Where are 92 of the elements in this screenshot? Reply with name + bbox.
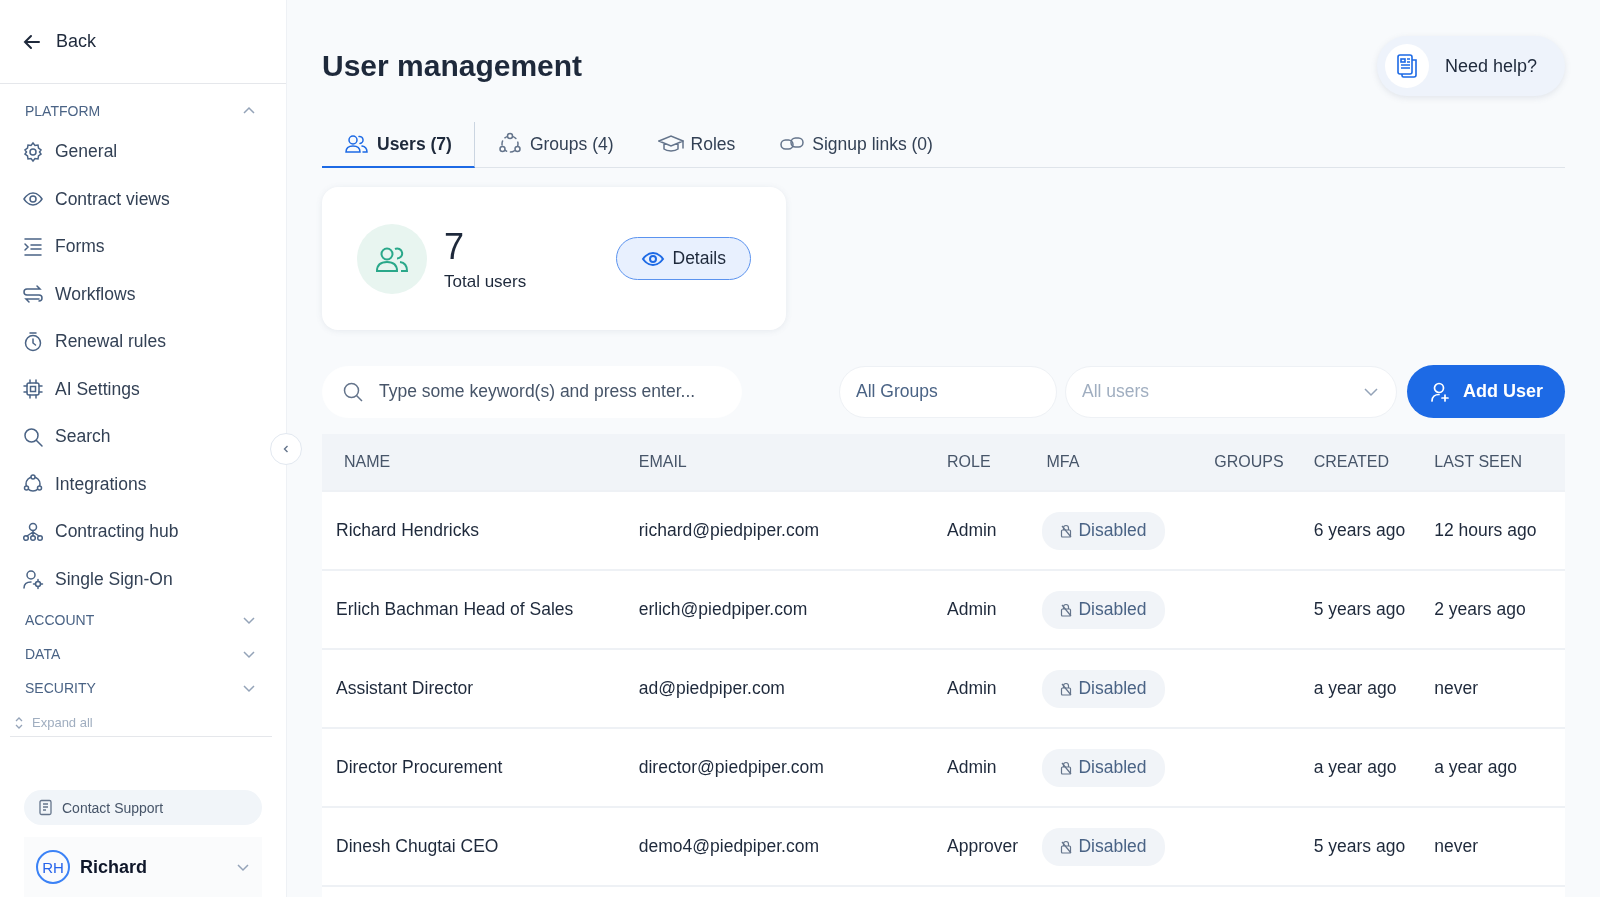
table-cell: Director Procurement	[322, 728, 633, 807]
user-gear-icon	[22, 568, 44, 591]
table-cell: Admin	[941, 649, 1041, 728]
document-icon	[1394, 53, 1419, 79]
lock-icon	[1060, 760, 1073, 775]
table-cell: a year ago	[1307, 728, 1429, 807]
table-cell: Erlich Bachman Head of Sales	[322, 570, 633, 649]
sidebar-item[interactable]: Workflows	[10, 270, 272, 318]
lock-icon	[1060, 839, 1073, 854]
user-count: 7	[444, 225, 466, 268]
sidebar-item[interactable]: Integrations	[10, 460, 272, 508]
ring-icon	[496, 132, 523, 156]
column-header: CREATED	[1307, 434, 1429, 491]
search-icon	[22, 425, 44, 448]
tab[interactable]: Groups (4)	[474, 122, 636, 168]
section-header[interactable]: ACCOUNT	[10, 603, 272, 637]
status-badge: Disabled	[1042, 748, 1165, 787]
collapse-sidebar-button[interactable]	[270, 433, 302, 465]
count-label: Total users	[444, 271, 528, 292]
table-cell: Admin	[941, 491, 1041, 570]
users-dropdown[interactable]: All users	[1065, 365, 1397, 418]
table-cell: Richard Hendricks	[322, 491, 633, 570]
status-badge: Disabled	[1042, 669, 1165, 708]
user-name: Richard	[80, 856, 149, 878]
lock-icon	[1060, 523, 1073, 538]
column-header: GROUPS	[1208, 434, 1308, 491]
contact-support-button[interactable]: Contact Support	[24, 790, 262, 825]
back-link[interactable]: Back	[22, 31, 97, 52]
expand-icon	[14, 715, 24, 730]
avatar: RH	[36, 850, 70, 884]
table-cell: never	[1428, 807, 1565, 886]
sidebar-item[interactable]: Renewal rules	[10, 318, 272, 366]
details-button[interactable]: Details	[615, 237, 751, 280]
sidebar-item[interactable]: Contract views	[10, 175, 272, 223]
section-header[interactable]: PLATFORM	[10, 94, 272, 128]
add-user-button[interactable]: Add User	[1407, 365, 1565, 418]
gear-icon	[22, 140, 44, 163]
column-header: EMAIL	[632, 434, 941, 491]
status-badge: Disabled	[1042, 511, 1165, 550]
timer-icon	[22, 330, 44, 353]
status-badge: Disabled	[1042, 590, 1165, 629]
sidebar-item[interactable]: AI Settings	[10, 365, 272, 413]
table-cell: 2 years ago	[1428, 570, 1565, 649]
table-cell: ad@piedpiper.com	[632, 649, 941, 728]
table-cell: Dinesh Chugtai CEO	[322, 807, 633, 886]
section-header[interactable]: SECURITY	[10, 671, 272, 705]
column-header: NAME	[322, 434, 633, 491]
search-icon	[342, 380, 364, 403]
table-cell: 6 years ago	[1307, 491, 1429, 570]
groups-dropdown[interactable]: All Groups	[839, 365, 1057, 418]
table-cell: richard@piedpiper.com	[632, 491, 941, 570]
tab[interactable]: Users (7)	[322, 122, 475, 168]
search-field[interactable]: Type some keyword(s) and press enter...	[322, 365, 742, 418]
section-header[interactable]: DATA	[10, 637, 272, 671]
table-cell: Approver	[941, 807, 1041, 886]
sidebar-item[interactable]: General	[10, 128, 272, 176]
table-cell: Assistant Director	[322, 649, 633, 728]
table-cell: director@piedpiper.com	[632, 728, 941, 807]
table-cell: 5 years ago	[1307, 570, 1429, 649]
column-header: MFA	[1040, 434, 1209, 491]
help-button[interactable]: Need help?	[1376, 36, 1565, 96]
tab[interactable]: Roles	[635, 122, 758, 168]
sidebar-item[interactable]: Forms	[10, 223, 272, 271]
table-cell: demo4@piedpiper.com	[632, 807, 941, 886]
swap-icon	[22, 283, 44, 306]
sidebar-item[interactable]: Contracting hub	[10, 508, 272, 556]
table-cell: never	[1428, 649, 1565, 728]
eye-icon	[640, 249, 665, 268]
table-cell: 5 years ago	[1307, 807, 1429, 886]
users-icon	[344, 132, 370, 156]
add-user-icon	[1429, 380, 1451, 403]
hub-icon	[22, 520, 44, 543]
sidebar-item[interactable]: Single Sign-On	[10, 555, 272, 603]
sidebar-item[interactable]: Search	[10, 413, 272, 461]
table-cell: erlich@piedpiper.com	[632, 570, 941, 649]
document-icon	[38, 798, 54, 817]
chevron-left-icon	[281, 444, 291, 454]
column-header: ROLE	[941, 434, 1041, 491]
list-icon	[22, 235, 44, 258]
tab[interactable]: Signup links (0)	[757, 122, 955, 168]
chip-icon	[22, 378, 44, 401]
table-cell: Admin	[941, 570, 1041, 649]
table-cell: 12 hours ago	[1428, 491, 1565, 570]
column-header: LAST SEEN	[1428, 434, 1565, 491]
lock-icon	[1060, 681, 1073, 696]
table-cell: Admin	[941, 728, 1041, 807]
page-title: User management	[322, 49, 583, 83]
status-badge: Disabled	[1042, 827, 1165, 866]
table-cell: a year ago	[1307, 649, 1429, 728]
table-cell: a year ago	[1428, 728, 1565, 807]
lock-icon	[1060, 602, 1073, 617]
user-menu[interactable]: RH Richard	[24, 837, 262, 897]
